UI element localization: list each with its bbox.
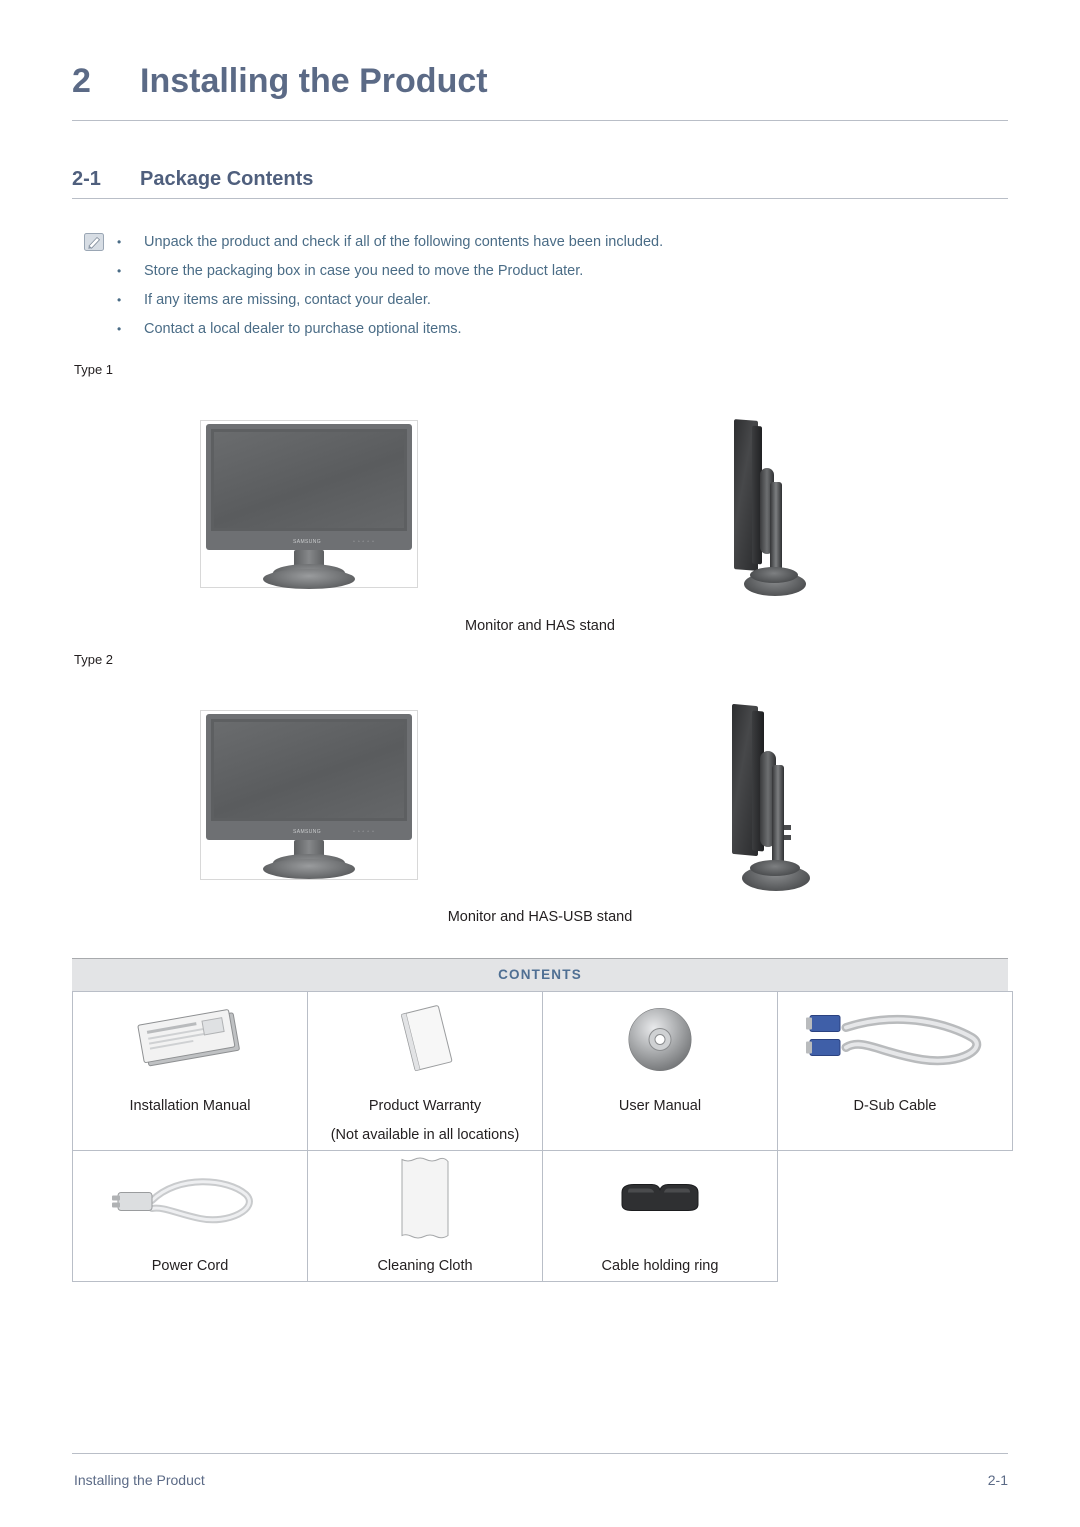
type-2-label: Type 2: [74, 652, 114, 667]
empty-cell: [778, 1151, 1013, 1252]
chapter-title: Installing the Product: [140, 62, 488, 100]
bullet-icon: •: [117, 235, 122, 249]
document-page: 2 Installing the Product 2-1 Package Con…: [0, 0, 1080, 1527]
power-cord-cell: [72, 1150, 308, 1251]
table-row: [72, 1150, 1013, 1252]
table-cell-sublabel: [777, 1120, 1013, 1151]
user-manual-cell: [542, 991, 778, 1092]
list-item: • Unpack the product and check if all of …: [84, 228, 1004, 257]
list-item: • Contact a local dealer to purchase opti…: [84, 315, 1004, 344]
note-text: If any items are missing, contact your d…: [144, 292, 431, 308]
product-warranty-cell: [307, 991, 543, 1092]
cable-holding-ring-cell: [542, 1150, 778, 1251]
list-item: • If any items are missing, contact your …: [84, 286, 1004, 315]
table-cell-label: Cleaning Cloth: [307, 1251, 543, 1282]
section-number: 2-1: [72, 168, 101, 190]
note-text: Store the packaging box in case you need…: [144, 263, 584, 279]
type-1-label: Type 1: [74, 362, 114, 377]
note-text: Contact a local dealer to purchase optio…: [144, 321, 462, 337]
table-row: Installation Manual Product Warranty Use…: [72, 1092, 1013, 1120]
installation-manual-icon: [131, 1007, 249, 1078]
type-1-caption: Monitor and HAS stand: [465, 618, 615, 634]
table-cell-label: User Manual: [542, 1092, 778, 1120]
chapter-heading: 2 Installing the Product: [72, 62, 1008, 101]
table-row: [72, 991, 1013, 1092]
footer-divider: [72, 1453, 1008, 1454]
contents-table: Installation Manual Product Warranty Use…: [72, 991, 1013, 1282]
section-divider: [72, 198, 1008, 199]
cleaning-cloth-icon: [390, 1154, 460, 1249]
table-row: (Not available in all locations): [72, 1120, 1013, 1151]
monitor-front-illustration: SAMSUNG ▫▫▫▫▫: [200, 420, 418, 589]
table-cell-label: Installation Manual: [72, 1092, 308, 1120]
table-cell-sublabel: [542, 1120, 778, 1151]
empty-cell: [778, 1251, 1013, 1282]
bullet-icon: •: [117, 264, 122, 278]
power-cord-icon: [108, 1167, 272, 1236]
note-block: • Unpack the product and check if all of …: [84, 228, 1004, 344]
table-cell-label: D-Sub Cable: [777, 1092, 1013, 1120]
list-item: • Store the packaging box in case you nee…: [84, 257, 1004, 286]
chapter-number: 2: [72, 62, 91, 100]
monitor-side-usb-illustration: [722, 703, 814, 895]
bullet-icon: •: [117, 322, 122, 336]
user-manual-cd-icon: [624, 1004, 696, 1081]
footer-page-number: 2-1: [987, 1472, 1008, 1488]
contents-table-header: CONTENTS: [72, 958, 1008, 991]
cleaning-cloth-cell: [307, 1150, 543, 1251]
installation-manual-cell: [72, 991, 308, 1092]
monitor-front-illustration: SAMSUNG ▫▫▫▫▫: [200, 710, 418, 880]
d-sub-cable-cell: [777, 991, 1013, 1092]
product-warranty-icon: [375, 1002, 475, 1083]
table-cell-label: Cable holding ring: [542, 1251, 778, 1282]
footer-left-text: Installing the Product: [74, 1472, 205, 1488]
chapter-divider: [72, 120, 1008, 121]
d-sub-cable-icon: [802, 1008, 988, 1077]
note-list: • Unpack the product and check if all of …: [84, 228, 1004, 344]
monitor-side-illustration: [722, 419, 812, 610]
section-heading: 2-1 Package Contents: [72, 168, 1008, 191]
section-title: Package Contents: [140, 168, 314, 190]
table-cell-label: Product Warranty: [307, 1092, 543, 1120]
bullet-icon: •: [117, 293, 122, 307]
note-text: Unpack the product and check if all of t…: [144, 234, 664, 250]
table-cell-sublabel: [72, 1120, 308, 1151]
type-2-caption: Monitor and HAS-USB stand: [447, 909, 633, 925]
contents-header-label: CONTENTS: [498, 967, 582, 982]
table-cell-sublabel: (Not available in all locations): [307, 1120, 543, 1151]
table-row: Power Cord Cleaning Cloth Cable holding …: [72, 1251, 1013, 1282]
table-cell-label: Power Cord: [72, 1251, 308, 1282]
cable-holding-ring-icon: [612, 1179, 708, 1224]
